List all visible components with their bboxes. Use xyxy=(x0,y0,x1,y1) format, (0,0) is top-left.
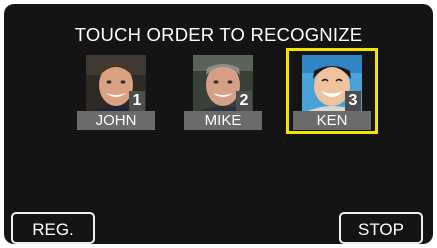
face-card-ken[interactable]: 3 KEN xyxy=(286,48,378,134)
face-card-mike[interactable]: 2 MIKE xyxy=(180,51,266,131)
order-number: 3 xyxy=(345,91,361,111)
order-number: 1 xyxy=(129,91,145,111)
screen-title: TOUCH ORDER TO RECOGNIZE xyxy=(74,24,363,45)
order-number: 2 xyxy=(236,91,252,111)
face-registration-screen: TOUCH ORDER TO RECOGNIZE 1 JOHN 2 MIKE 3… xyxy=(4,4,433,244)
reg-button[interactable]: REG. xyxy=(11,212,95,244)
face-card-john[interactable]: 1 JOHN xyxy=(73,51,159,131)
face-name-label: KEN xyxy=(293,111,371,130)
stop-button[interactable]: STOP xyxy=(339,212,423,244)
face-name-label: MIKE xyxy=(184,111,262,130)
face-name-label: JOHN xyxy=(77,111,155,130)
